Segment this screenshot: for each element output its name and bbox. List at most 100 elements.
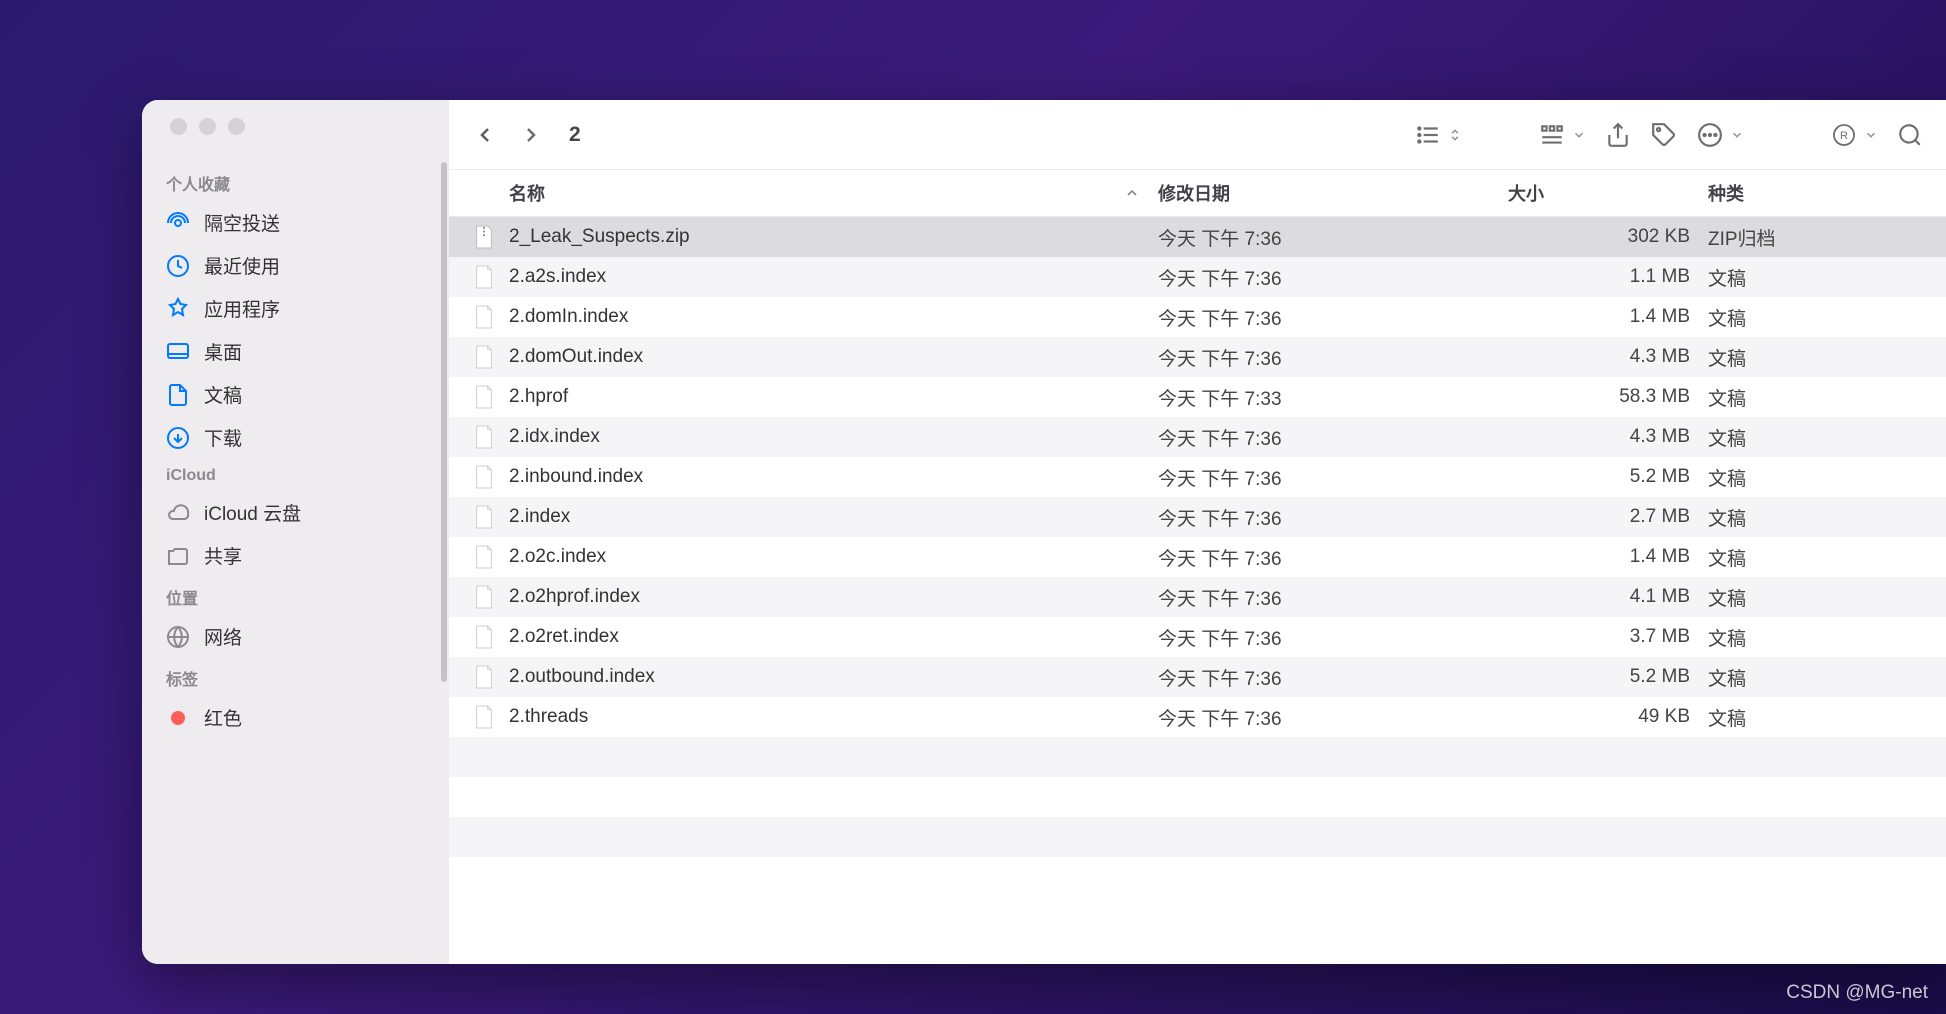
file-size: 2.7 MB bbox=[1508, 506, 1708, 528]
file-icon bbox=[473, 264, 495, 290]
file-size: 49 KB bbox=[1508, 706, 1708, 728]
svg-text:R: R bbox=[1840, 130, 1848, 142]
file-name: 2.domOut.index bbox=[509, 346, 1158, 368]
sidebar-item[interactable]: 桌面 bbox=[142, 330, 449, 373]
file-name: 2.index bbox=[509, 506, 1158, 528]
sidebar-item[interactable]: 共享 bbox=[142, 534, 449, 577]
sidebar-item-label: 红色 bbox=[204, 704, 242, 731]
sort-indicator-icon bbox=[1124, 185, 1140, 201]
file-kind: 文稿 bbox=[1708, 344, 1928, 371]
file-row[interactable]: 2.o2c.index今天 下午 7:361.4 MB文稿 bbox=[449, 537, 1946, 577]
file-row[interactable]: 2.o2hprof.index今天 下午 7:364.1 MB文稿 bbox=[449, 577, 1946, 617]
file-icon bbox=[473, 584, 495, 610]
file-name: 2.hprof bbox=[509, 386, 1158, 408]
file-name: 2.a2s.index bbox=[509, 266, 1158, 288]
file-size: 3.7 MB bbox=[1508, 626, 1708, 648]
sidebar-item[interactable]: 隔空投送 bbox=[142, 201, 449, 244]
file-size: 5.2 MB bbox=[1508, 666, 1708, 688]
file-icon bbox=[473, 624, 495, 650]
column-headers: 名称 修改日期 大小 种类 bbox=[449, 170, 1946, 217]
sidebar-item-label: 文稿 bbox=[204, 381, 242, 408]
search-button[interactable] bbox=[1896, 121, 1924, 149]
column-size[interactable]: 大小 bbox=[1508, 180, 1708, 206]
file-row[interactable]: 2.hprof今天 下午 7:3358.3 MB文稿 bbox=[449, 377, 1946, 417]
registered-icon: R bbox=[1830, 121, 1858, 149]
file-name: 2.o2ret.index bbox=[509, 626, 1158, 648]
registered-button[interactable]: R bbox=[1830, 121, 1878, 149]
file-size: 1.1 MB bbox=[1508, 266, 1708, 288]
file-name: 2.o2hprof.index bbox=[509, 586, 1158, 608]
sidebar-item[interactable]: 文稿 bbox=[142, 373, 449, 416]
blank-row bbox=[449, 737, 1946, 777]
file-kind: 文稿 bbox=[1708, 584, 1928, 611]
file-row[interactable]: 2.index今天 下午 7:362.7 MB文稿 bbox=[449, 497, 1946, 537]
file-kind: 文稿 bbox=[1708, 384, 1928, 411]
file-kind: 文稿 bbox=[1708, 544, 1928, 571]
file-icon bbox=[473, 544, 495, 570]
column-kind[interactable]: 种类 bbox=[1708, 180, 1928, 206]
actions-button[interactable] bbox=[1696, 121, 1744, 149]
file-size: 302 KB bbox=[1508, 226, 1708, 248]
file-kind: 文稿 bbox=[1708, 664, 1928, 691]
file-date: 今天 下午 7:36 bbox=[1158, 464, 1508, 491]
file-kind: 文稿 bbox=[1708, 504, 1928, 531]
file-name: 2.inbound.index bbox=[509, 466, 1158, 488]
file-kind: 文稿 bbox=[1708, 424, 1928, 451]
file-icon bbox=[473, 424, 495, 450]
column-name[interactable]: 名称 bbox=[509, 180, 1158, 206]
file-date: 今天 下午 7:36 bbox=[1158, 544, 1508, 571]
column-date[interactable]: 修改日期 bbox=[1158, 180, 1508, 206]
cloud-icon bbox=[166, 501, 190, 525]
column-name-label: 名称 bbox=[509, 180, 545, 206]
file-icon bbox=[473, 304, 495, 330]
zoom-button[interactable] bbox=[228, 118, 245, 135]
sidebar-item-label: 隔空投送 bbox=[204, 209, 280, 236]
forward-button[interactable] bbox=[517, 121, 545, 149]
file-date: 今天 下午 7:36 bbox=[1158, 704, 1508, 731]
file-row[interactable]: 2.outbound.index今天 下午 7:365.2 MB文稿 bbox=[449, 657, 1946, 697]
file-row[interactable]: 2.o2ret.index今天 下午 7:363.7 MB文稿 bbox=[449, 617, 1946, 657]
sidebar-item[interactable]: 红色 bbox=[142, 696, 449, 739]
sidebar-item-label: iCloud 云盘 bbox=[204, 499, 301, 526]
sidebar: 个人收藏隔空投送最近使用应用程序桌面文稿下载iCloudiCloud 云盘共享位… bbox=[142, 100, 449, 964]
apps-icon bbox=[166, 297, 190, 321]
file-icon bbox=[473, 504, 495, 530]
sidebar-item[interactable]: 最近使用 bbox=[142, 244, 449, 287]
view-mode-button[interactable] bbox=[1414, 121, 1462, 149]
file-row[interactable]: 2.a2s.index今天 下午 7:361.1 MB文稿 bbox=[449, 257, 1946, 297]
folder-title: 2 bbox=[569, 123, 581, 147]
chevron-down-icon bbox=[1572, 128, 1586, 142]
file-row[interactable]: 2.domIn.index今天 下午 7:361.4 MB文稿 bbox=[449, 297, 1946, 337]
file-kind: 文稿 bbox=[1708, 624, 1928, 651]
share-button[interactable] bbox=[1604, 121, 1632, 149]
list-view-icon bbox=[1414, 121, 1442, 149]
file-row[interactable]: 2.idx.index今天 下午 7:364.3 MB文稿 bbox=[449, 417, 1946, 457]
sidebar-item-label: 网络 bbox=[204, 623, 242, 650]
sidebar-item[interactable]: 应用程序 bbox=[142, 287, 449, 330]
red-tag bbox=[166, 706, 190, 730]
file-date: 今天 下午 7:36 bbox=[1158, 224, 1508, 251]
back-button[interactable] bbox=[471, 121, 499, 149]
sidebar-scrollbar[interactable] bbox=[441, 162, 447, 682]
tags-button[interactable] bbox=[1650, 121, 1678, 149]
group-by-button[interactable] bbox=[1538, 121, 1586, 149]
file-size: 4.1 MB bbox=[1508, 586, 1708, 608]
file-row[interactable]: 2.threads今天 下午 7:3649 KB文稿 bbox=[449, 697, 1946, 737]
sidebar-section-label: 标签 bbox=[142, 658, 449, 696]
close-button[interactable] bbox=[170, 118, 187, 135]
sidebar-item[interactable]: iCloud 云盘 bbox=[142, 491, 449, 534]
sidebar-item[interactable]: 下载 bbox=[142, 416, 449, 459]
file-kind: 文稿 bbox=[1708, 264, 1928, 291]
minimize-button[interactable] bbox=[199, 118, 216, 135]
watermark: CSDN @MG-net bbox=[1786, 982, 1928, 1004]
file-icon bbox=[473, 664, 495, 690]
file-kind: ZIP归档 bbox=[1708, 224, 1928, 251]
file-row[interactable]: 2.domOut.index今天 下午 7:364.3 MB文稿 bbox=[449, 337, 1946, 377]
blank-row bbox=[449, 817, 1946, 857]
window-controls bbox=[142, 118, 449, 135]
file-date: 今天 下午 7:36 bbox=[1158, 424, 1508, 451]
sidebar-item[interactable]: 网络 bbox=[142, 615, 449, 658]
file-row[interactable]: 2_Leak_Suspects.zip今天 下午 7:36302 KBZIP归档 bbox=[449, 217, 1946, 257]
file-row[interactable]: 2.inbound.index今天 下午 7:365.2 MB文稿 bbox=[449, 457, 1946, 497]
finder-window: 个人收藏隔空投送最近使用应用程序桌面文稿下载iCloudiCloud 云盘共享位… bbox=[142, 100, 1946, 964]
